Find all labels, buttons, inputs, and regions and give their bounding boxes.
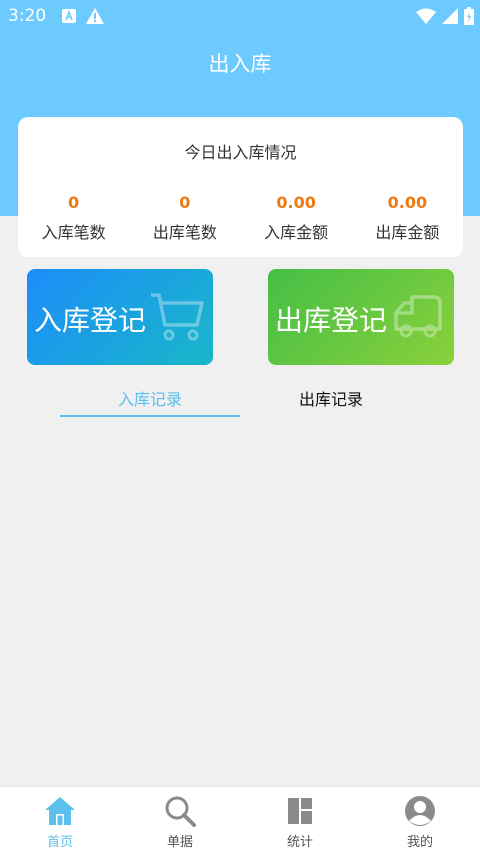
stat-inbound-amount: 0.00 入库金额 <box>241 193 352 243</box>
app-notification-icon <box>62 9 76 23</box>
stat-label: 入库笔数 <box>41 223 106 242</box>
profile-icon <box>405 796 435 826</box>
nav-label: 单据 <box>166 835 193 850</box>
home-icon <box>45 797 75 825</box>
stat-outbound-count: 0 出库笔数 <box>129 193 240 243</box>
warning-icon <box>86 8 104 24</box>
stat-label: 出库笔数 <box>152 223 217 242</box>
bottom-nav: 首页 单据 统计 我的 <box>0 786 480 854</box>
search-icon <box>165 796 196 827</box>
stat-label: 入库金额 <box>264 223 329 242</box>
nav-profile[interactable]: 我的 <box>360 787 480 854</box>
active-tab-indicator <box>60 415 240 417</box>
stat-value: 0 <box>68 193 80 212</box>
cart-icon <box>151 293 204 341</box>
inbound-register-label: 入库登记 <box>34 304 147 337</box>
nav-documents[interactable]: 单据 <box>120 787 240 854</box>
summary-card: 今日出入库情况 0 入库笔数 0 出库笔数 0.00 入库金额 0.00 出库金… <box>18 117 463 257</box>
summary-title: 今日出入库情况 <box>184 143 297 162</box>
record-tabs: 入库记录 出库记录 <box>0 380 480 420</box>
stat-value: 0 <box>179 193 191 212</box>
tab-inbound-records[interactable]: 入库记录 <box>60 386 240 410</box>
signal-icon <box>442 8 458 24</box>
stat-value: 0.00 <box>276 193 316 212</box>
inbound-register-button[interactable]: 入库登记 <box>27 269 213 365</box>
stat-outbound-amount: 0.00 出库金额 <box>352 193 463 243</box>
stat-inbound-count: 0 入库笔数 <box>18 193 129 243</box>
status-time: 3:20 <box>8 6 47 26</box>
nav-label: 统计 <box>286 835 313 850</box>
stat-value: 0.00 <box>387 193 428 212</box>
dashboard-icon <box>288 798 312 824</box>
battery-icon <box>464 7 474 25</box>
nav-label: 首页 <box>46 835 73 850</box>
stats-row: 0 入库笔数 0 出库笔数 0.00 入库金额 0.00 出库金额 <box>18 193 463 243</box>
outbound-register-label: 出库登记 <box>275 304 388 337</box>
wifi-icon <box>416 8 436 24</box>
tab-outbound-records[interactable]: 出库记录 <box>241 386 421 410</box>
truck-icon <box>394 295 442 338</box>
nav-home[interactable]: 首页 <box>0 787 120 854</box>
outbound-register-button[interactable]: 出库登记 <box>268 269 454 365</box>
nav-statistics[interactable]: 统计 <box>240 787 360 854</box>
stat-label: 出库金额 <box>375 223 440 242</box>
app-screen: 3:20 出入库 今日出入库情况 0 入库笔数 0 出库笔数 0.00 入库金额… <box>0 0 480 854</box>
status-bar: 3:20 <box>0 0 480 32</box>
page-title: 出入库 <box>208 52 272 76</box>
nav-label: 我的 <box>406 835 433 850</box>
